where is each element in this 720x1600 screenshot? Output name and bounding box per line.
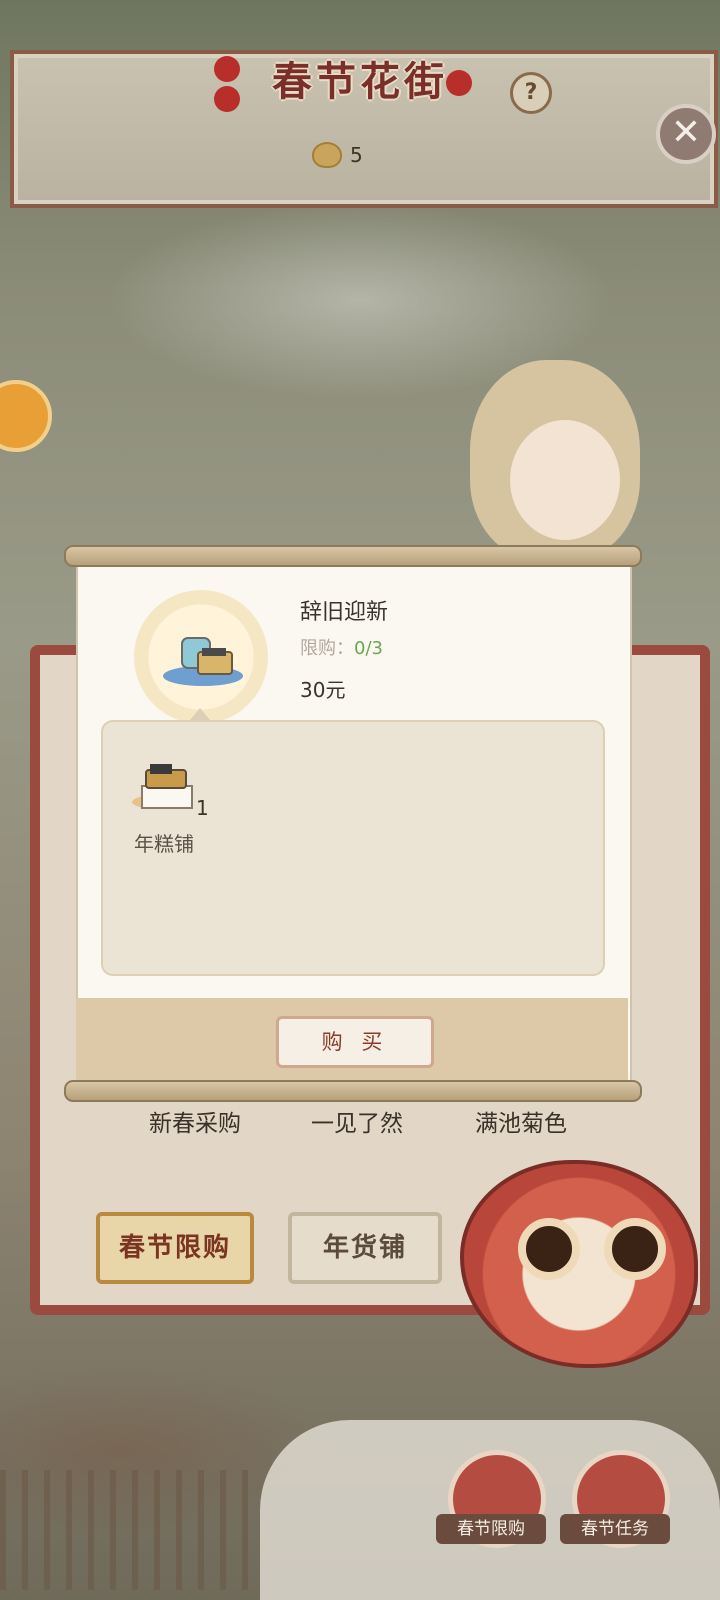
limit-label: 限购：	[300, 638, 354, 659]
help-button[interactable]: ?	[510, 72, 552, 114]
shop-item-name[interactable]: 新春采购	[110, 1104, 280, 1138]
currency-count: 5	[350, 143, 363, 167]
lantern-icon	[214, 86, 240, 112]
reward-count: 1	[196, 796, 209, 820]
reward-name: 年糕铺	[134, 832, 194, 856]
page-title: 春节花街	[272, 58, 448, 105]
holiday-limited-button[interactable]: 春节限购	[436, 1514, 546, 1544]
fence-decoration	[0, 1470, 260, 1590]
product-price: 30元	[300, 678, 346, 702]
product-name: 辞旧迎新	[300, 600, 389, 625]
lantern-icon	[214, 56, 240, 82]
character-face	[510, 420, 620, 540]
scroll-rod-bottom	[64, 1080, 642, 1102]
shop-item-name[interactable]: 满池菊色	[436, 1104, 606, 1138]
purchase-limit: 限购：0/3	[300, 634, 383, 660]
currency-icon	[312, 142, 342, 168]
box-pointer	[190, 708, 210, 720]
shop-item-name[interactable]: 一见了然	[272, 1104, 442, 1138]
buy-button[interactable]: 购 买	[276, 1016, 434, 1068]
lion-eye	[604, 1218, 666, 1280]
close-button[interactable]: ✕	[656, 104, 716, 164]
tab-holiday-limited[interactable]: 春节限购	[96, 1212, 254, 1284]
holiday-tasks-button[interactable]: 春节任务	[560, 1514, 670, 1544]
lion-eye	[518, 1218, 580, 1280]
tab-new-year-goods[interactable]: 年货铺	[288, 1212, 442, 1284]
limit-value: 0/3	[354, 638, 383, 659]
currency-display: 5	[312, 140, 363, 170]
scroll-rod-top	[64, 545, 642, 567]
gift-pack-icon	[163, 637, 243, 686]
